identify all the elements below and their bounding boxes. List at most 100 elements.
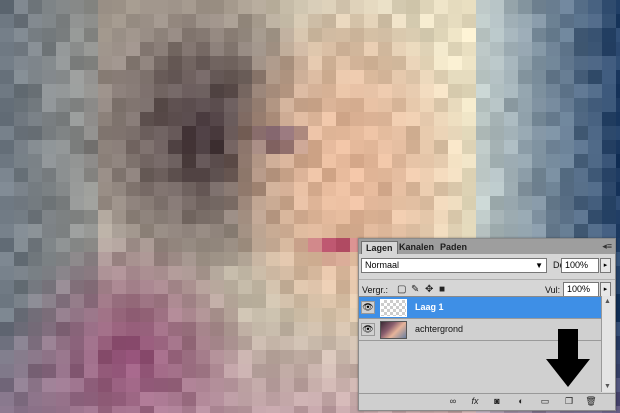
mosaic-tile — [210, 378, 224, 392]
mosaic-tile — [238, 70, 252, 84]
mosaic-tile — [126, 224, 140, 238]
mosaic-tile — [308, 70, 322, 84]
mosaic-tile — [42, 238, 56, 252]
fill-stepper[interactable]: ▸ — [600, 282, 611, 297]
scroll-down-icon[interactable]: ▼ — [604, 383, 611, 390]
mosaic-tile — [168, 28, 182, 42]
mosaic-tile — [28, 364, 42, 378]
mosaic-tile — [378, 196, 392, 210]
mosaic-tile — [504, 140, 518, 154]
mosaic-tile — [532, 154, 546, 168]
mosaic-tile — [98, 392, 112, 406]
blend-mode-select[interactable]: Normaal ▼ — [361, 258, 547, 273]
mosaic-tile — [266, 0, 280, 14]
tab-kanalen[interactable]: Kanalen — [395, 241, 438, 254]
mosaic-tile — [14, 210, 28, 224]
mosaic-tile — [504, 56, 518, 70]
layer-scrollbar[interactable]: ▲ ▼ — [601, 296, 615, 392]
tab-lagen[interactable]: Lagen — [361, 241, 398, 254]
opacity-field[interactable]: 100% — [561, 258, 599, 273]
mosaic-tile — [616, 336, 620, 350]
mosaic-tile — [70, 266, 84, 280]
link-icon[interactable]: ∞ — [447, 396, 459, 407]
mosaic-tile — [84, 182, 98, 196]
adjustment-icon[interactable]: ◐ — [515, 396, 527, 407]
mosaic-tile — [210, 154, 224, 168]
mosaic-tile — [154, 112, 168, 126]
lock-move-icon[interactable]: ✥ — [425, 284, 433, 295]
mosaic-tile — [84, 406, 98, 413]
mosaic-tile — [84, 70, 98, 84]
mosaic-tile — [56, 56, 70, 70]
mosaic-tile — [28, 252, 42, 266]
mosaic-tile — [266, 322, 280, 336]
mosaic-tile — [56, 294, 70, 308]
mosaic-tile — [546, 42, 560, 56]
mosaic-tile — [280, 168, 294, 182]
mosaic-tile — [168, 210, 182, 224]
mosaic-tile — [98, 280, 112, 294]
mosaic-tile — [182, 364, 196, 378]
mosaic-tile — [392, 28, 406, 42]
mosaic-tile — [252, 168, 266, 182]
mosaic-tile — [0, 364, 14, 378]
opacity-stepper[interactable]: ▸ — [600, 258, 611, 273]
mosaic-tile — [196, 378, 210, 392]
mosaic-tile — [28, 70, 42, 84]
mosaic-tile — [476, 56, 490, 70]
fill-field[interactable]: 100% — [563, 282, 599, 297]
mosaic-tile — [98, 322, 112, 336]
mosaic-tile — [350, 168, 364, 182]
new-layer-icon[interactable]: ❐ — [563, 396, 575, 407]
scroll-up-icon[interactable]: ▲ — [604, 298, 611, 305]
mosaic-tile — [154, 126, 168, 140]
lock-transparency-icon[interactable]: ▢ — [397, 284, 406, 295]
mosaic-tile — [364, 126, 378, 140]
mosaic-tile — [112, 406, 126, 413]
mosaic-tile — [336, 14, 350, 28]
mask-icon[interactable]: ◙ — [491, 396, 503, 407]
eye-icon[interactable]: 👁 — [361, 323, 375, 336]
mosaic-tile — [70, 70, 84, 84]
mosaic-tile — [112, 364, 126, 378]
mosaic-tile — [588, 98, 602, 112]
mosaic-tile — [476, 98, 490, 112]
mosaic-tile — [546, 14, 560, 28]
mosaic-tile — [420, 112, 434, 126]
layer-row-laag-1[interactable]: 👁 Laag 1 — [359, 297, 601, 319]
mosaic-tile — [266, 252, 280, 266]
mosaic-tile — [266, 56, 280, 70]
lock-all-icon[interactable]: ■ — [439, 284, 445, 295]
mosaic-tile — [28, 280, 42, 294]
mosaic-tile — [210, 252, 224, 266]
mosaic-tile — [294, 70, 308, 84]
mosaic-tile — [322, 196, 336, 210]
mosaic-tile — [546, 140, 560, 154]
panel-menu-icon[interactable]: ◂≡ — [602, 241, 612, 252]
mosaic-tile — [126, 378, 140, 392]
mosaic-tile — [154, 210, 168, 224]
mosaic-tile — [560, 98, 574, 112]
folder-icon[interactable]: ▭ — [539, 396, 551, 407]
mosaic-tile — [0, 70, 14, 84]
mosaic-tile — [56, 350, 70, 364]
mosaic-tile — [28, 140, 42, 154]
mosaic-tile — [42, 154, 56, 168]
mosaic-tile — [126, 70, 140, 84]
tab-paden[interactable]: Paden — [436, 241, 471, 254]
callout-arrow-icon — [546, 329, 590, 387]
mosaic-tile — [70, 294, 84, 308]
mosaic-tile — [392, 168, 406, 182]
eye-icon[interactable]: 👁 — [361, 301, 375, 314]
mosaic-tile — [448, 210, 462, 224]
mosaic-tile — [504, 42, 518, 56]
mosaic-tile — [392, 182, 406, 196]
mosaic-tile — [126, 350, 140, 364]
mosaic-tile — [588, 0, 602, 14]
trash-icon[interactable]: 🗑 — [585, 396, 597, 407]
mosaic-tile — [224, 42, 238, 56]
mosaic-tile — [476, 126, 490, 140]
fx-icon[interactable]: fx — [469, 396, 481, 407]
mosaic-tile — [0, 378, 14, 392]
lock-brush-icon[interactable]: ✎ — [411, 284, 419, 295]
